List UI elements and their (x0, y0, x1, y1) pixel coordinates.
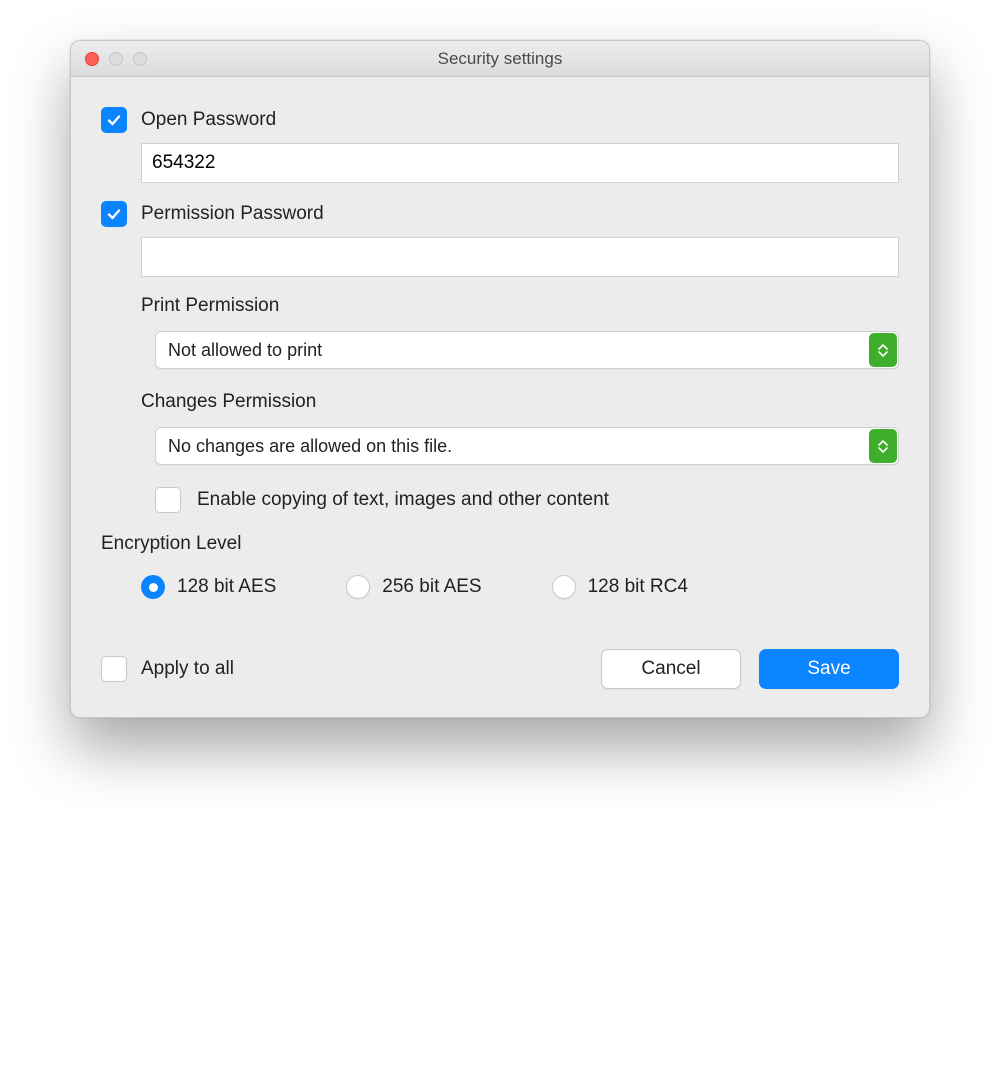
footer-right: Cancel Save (601, 649, 899, 689)
cancel-button[interactable]: Cancel (601, 649, 741, 689)
chevron-down-icon (878, 351, 888, 357)
print-permission-select-wrap: Not allowed to print (155, 331, 899, 369)
radio-label: 128 bit RC4 (588, 576, 688, 598)
changes-permission-select[interactable]: No changes are allowed on this file. (155, 427, 899, 465)
changes-permission-value: No changes are allowed on this file. (168, 436, 452, 457)
close-icon[interactable] (85, 52, 99, 66)
print-permission-label: Print Permission (141, 295, 899, 317)
open-password-input[interactable] (141, 143, 899, 183)
chevron-up-icon (878, 440, 888, 446)
check-icon (106, 112, 122, 128)
window-title: Security settings (71, 49, 929, 69)
changes-permission-label: Changes Permission (141, 391, 899, 413)
print-permission-select[interactable]: Not allowed to print (155, 331, 899, 369)
minimize-icon[interactable] (109, 52, 123, 66)
permission-password-row: Permission Password (101, 201, 899, 227)
dialog-body: Open Password Permission Password Print … (71, 77, 929, 717)
radio-label: 256 bit AES (382, 576, 481, 598)
open-password-label: Open Password (141, 109, 276, 131)
traffic-light-buttons (71, 52, 147, 66)
encryption-option-256-aes[interactable]: 256 bit AES (346, 575, 481, 599)
encryption-level-label: Encryption Level (101, 533, 899, 555)
security-settings-window: Security settings Open Password Permissi… (70, 40, 930, 718)
chevron-up-icon (878, 344, 888, 350)
dialog-footer: Apply to all Cancel Save (101, 649, 899, 689)
apply-to-all-label: Apply to all (141, 658, 234, 680)
radio-label: 128 bit AES (177, 576, 276, 598)
apply-to-all-checkbox[interactable] (101, 656, 127, 682)
radio-icon (552, 575, 576, 599)
permission-password-checkbox[interactable] (101, 201, 127, 227)
maximize-icon[interactable] (133, 52, 147, 66)
radio-icon (346, 575, 370, 599)
select-caret-icon[interactable] (869, 333, 897, 367)
save-button[interactable]: Save (759, 649, 899, 689)
enable-copy-checkbox[interactable] (155, 487, 181, 513)
open-password-row: Open Password (101, 107, 899, 133)
select-caret-icon[interactable] (869, 429, 897, 463)
print-permission-value: Not allowed to print (168, 340, 322, 361)
titlebar: Security settings (71, 41, 929, 77)
footer-left: Apply to all (101, 656, 234, 682)
radio-icon (141, 575, 165, 599)
encryption-option-128-rc4[interactable]: 128 bit RC4 (552, 575, 688, 599)
permission-password-input[interactable] (141, 237, 899, 277)
encryption-option-128-aes[interactable]: 128 bit AES (141, 575, 276, 599)
enable-copy-row: Enable copying of text, images and other… (155, 487, 899, 513)
check-icon (106, 206, 122, 222)
encryption-radio-group: 128 bit AES 256 bit AES 128 bit RC4 (141, 575, 899, 599)
chevron-down-icon (878, 447, 888, 453)
open-password-checkbox[interactable] (101, 107, 127, 133)
enable-copy-label: Enable copying of text, images and other… (197, 489, 609, 511)
changes-permission-select-wrap: No changes are allowed on this file. (155, 427, 899, 465)
permission-password-label: Permission Password (141, 203, 324, 225)
